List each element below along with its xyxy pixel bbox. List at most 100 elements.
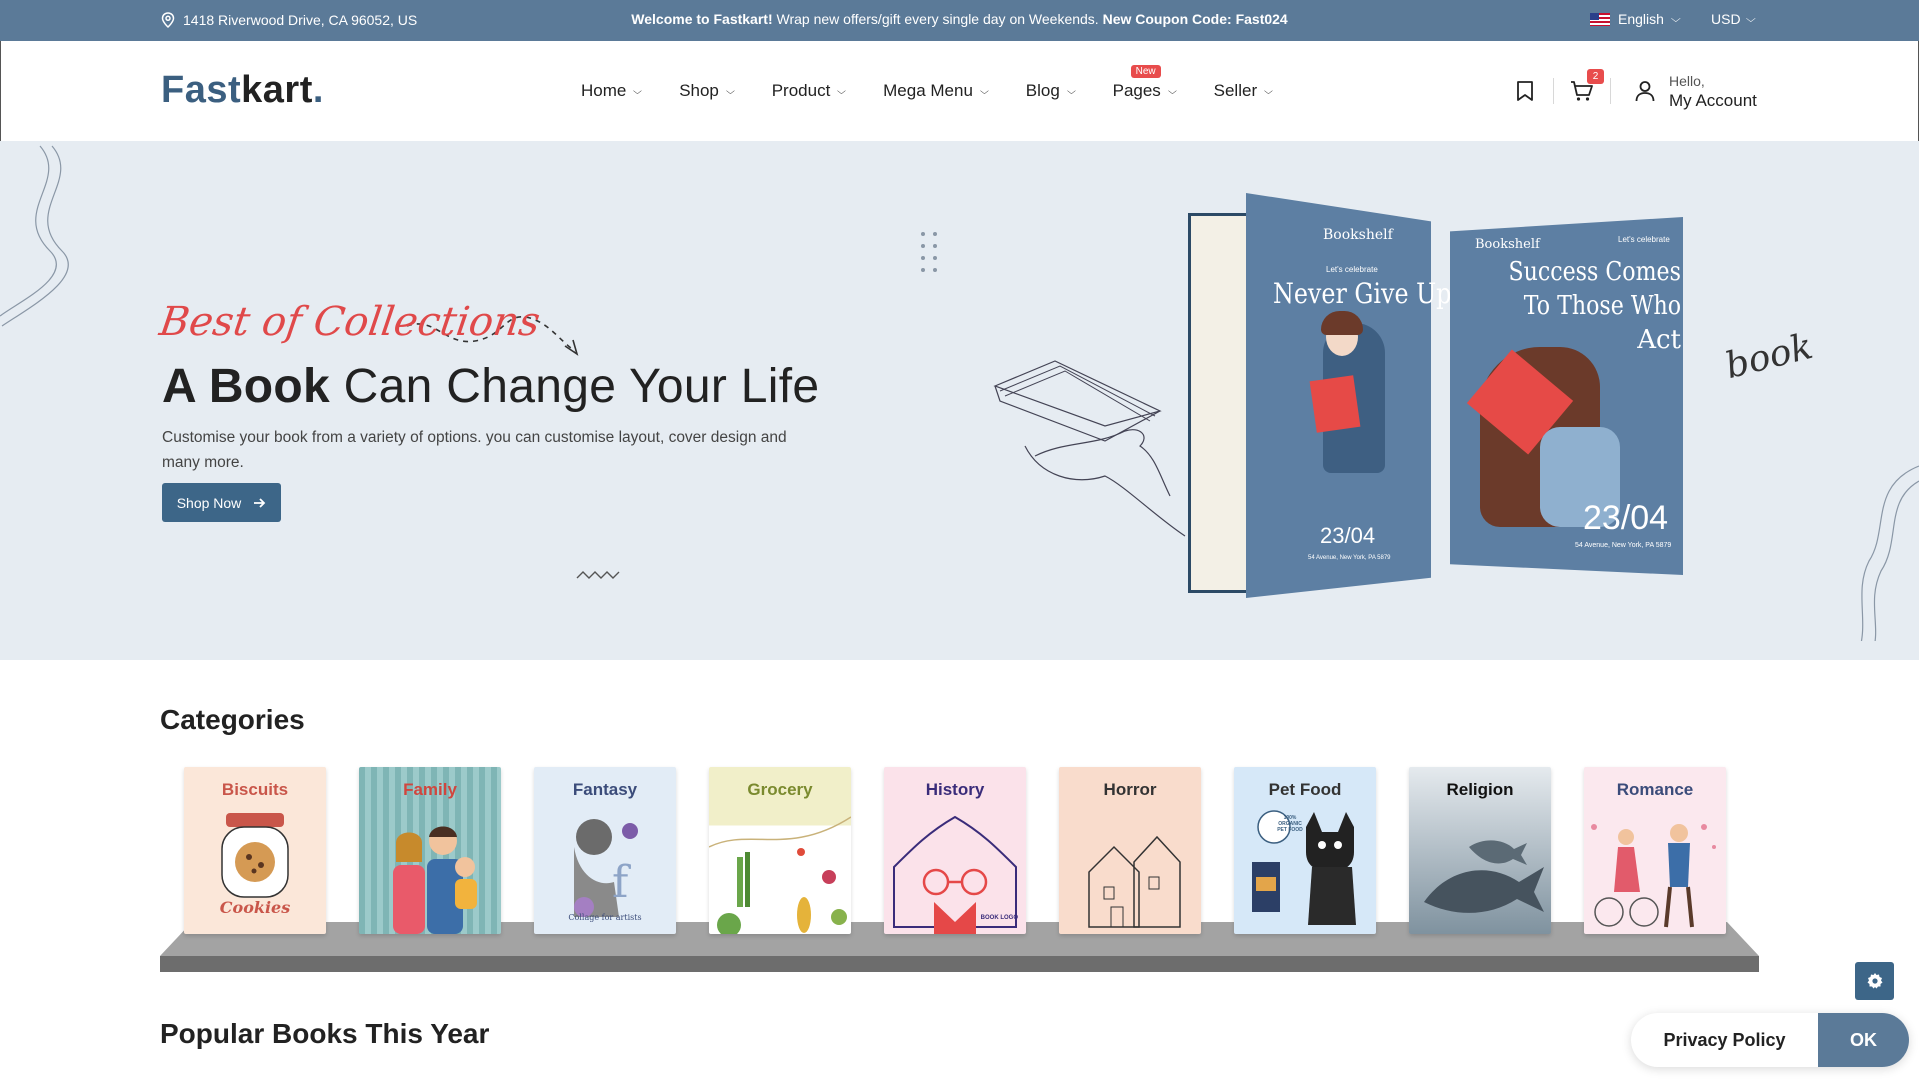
logo-part2: kart bbox=[241, 69, 313, 111]
settings-button[interactable] bbox=[1855, 962, 1894, 1000]
category-grocery[interactable]: Grocery bbox=[709, 767, 851, 934]
book2-date: 23/04 bbox=[1583, 499, 1669, 537]
cookie-ok-button[interactable]: OK bbox=[1818, 1013, 1909, 1067]
site-header: Fastkart. Home ⌵ Shop ⌵ Product ⌵ Mega Menu… bbox=[0, 41, 1919, 141]
bookmark-icon bbox=[1517, 81, 1533, 101]
fantasy-art-text: Collage for artists bbox=[568, 913, 642, 922]
hero-title: A Book Can Change Your Life bbox=[162, 359, 819, 414]
book2-title-1: Success Comes bbox=[1508, 257, 1681, 287]
new-badge: New bbox=[1130, 65, 1161, 78]
main-nav: Home ⌵ Shop ⌵ Product ⌵ Mega Menu ⌵ Blog ⌵ Ne… bbox=[581, 65, 1273, 101]
user-icon bbox=[1635, 81, 1655, 102]
category-label: Fantasy bbox=[572, 780, 638, 799]
hero-description: Customise your book from a variety of op… bbox=[162, 429, 787, 471]
shop-now-label: Shop Now bbox=[176, 494, 242, 511]
book2-address: 54 Avenue, New York, PA 5879 bbox=[1575, 542, 1672, 549]
divider bbox=[1553, 78, 1554, 104]
currency-selector[interactable]: USD ⌵ bbox=[1711, 11, 1756, 27]
chevron-down-icon: ⌵ bbox=[633, 85, 643, 96]
promo-welcome: Welcome to Fastkart! bbox=[631, 11, 773, 27]
account-greeting: Hello, bbox=[1669, 73, 1705, 89]
category-label: Grocery bbox=[747, 780, 813, 799]
pet-food-art-text: 100% ORGANIC PET FOOD bbox=[1277, 815, 1303, 833]
nav-label: Home bbox=[581, 81, 627, 100]
hero-book-success: Bookshelf Let's celebrate Success Comes … bbox=[1450, 217, 1685, 575]
category-history[interactable]: History BOOK LOGO bbox=[884, 767, 1026, 934]
popular-books-title: Popular Books This Year bbox=[160, 1018, 490, 1049]
dog-illustration bbox=[1252, 810, 1356, 925]
category-family[interactable]: Family bbox=[359, 767, 501, 934]
decorative-waves-left bbox=[0, 145, 69, 327]
category-label: Romance bbox=[1616, 780, 1694, 799]
book1-brand: Bookshelf bbox=[1323, 227, 1393, 243]
category-label: History bbox=[925, 780, 985, 799]
nav-seller[interactable]: Seller ⌵ bbox=[1213, 81, 1273, 101]
book2-tag: Let's celebrate bbox=[1618, 235, 1670, 244]
category-fantasy[interactable]: Fantasy f Collage for artists bbox=[534, 767, 676, 934]
language-label: English bbox=[1618, 11, 1664, 27]
category-romance[interactable]: Romance bbox=[1584, 767, 1726, 934]
category-label: Pet Food bbox=[1268, 780, 1342, 799]
nav-blog[interactable]: Blog ⌵ bbox=[1025, 81, 1076, 101]
language-selector[interactable]: English ⌵ bbox=[1590, 11, 1681, 27]
hero-banner: Best of Collections A Book Can Change Yo… bbox=[0, 141, 1919, 660]
divider bbox=[1610, 78, 1611, 104]
decorative-waves-right bbox=[1860, 465, 1919, 641]
category-label: Family bbox=[403, 780, 457, 799]
header-icons: 2 bbox=[1511, 69, 1625, 105]
haunted-house-illustration bbox=[1088, 835, 1181, 928]
chevron-down-icon: ⌵ bbox=[1167, 85, 1177, 96]
nav-shop[interactable]: Shop ⌵ bbox=[679, 81, 735, 101]
currency-label: USD bbox=[1711, 11, 1741, 27]
whale-illustration bbox=[1424, 840, 1544, 913]
cart-count-badge: 2 bbox=[1587, 69, 1604, 84]
cookie-consent-bar: Privacy Policy OK bbox=[1631, 1013, 1909, 1067]
side-book-word: book bbox=[1721, 325, 1817, 388]
decorative-dots bbox=[921, 232, 937, 272]
category-biscuits[interactable]: Biscuits Cookies bbox=[184, 767, 326, 934]
logo[interactable]: Fastkart. bbox=[161, 69, 324, 112]
nav-mega-menu[interactable]: Mega Menu ⌵ bbox=[883, 81, 989, 101]
nav-pages[interactable]: New Pages ⌵ bbox=[1112, 65, 1177, 101]
cart-button[interactable]: 2 bbox=[1568, 69, 1604, 105]
logo-part1: Fast bbox=[161, 69, 242, 111]
history-art-text: BOOK LOGO bbox=[980, 915, 1018, 921]
privacy-policy-link[interactable]: Privacy Policy bbox=[1631, 1013, 1818, 1067]
hero-book-never-give-up: Bookshelf Let's celebrate Never Give Up … bbox=[1188, 193, 1451, 598]
hero-title-rest: Can Change Your Life bbox=[343, 360, 820, 413]
nav-label: Seller bbox=[1213, 81, 1258, 100]
flag-icon bbox=[1590, 12, 1610, 26]
category-label: Religion bbox=[1446, 780, 1514, 799]
account-label: My Account bbox=[1669, 91, 1757, 110]
decorative-squiggle bbox=[576, 571, 620, 579]
hero-script-title: Best of Collections bbox=[156, 299, 543, 345]
nav-product[interactable]: Product ⌵ bbox=[771, 81, 847, 101]
chevron-down-icon: ⌵ bbox=[1670, 13, 1681, 25]
category-horror[interactable]: Horror bbox=[1059, 767, 1201, 934]
promo-text: Wrap new offers/gift every single day on… bbox=[776, 11, 1099, 27]
nav-label: Pages bbox=[1112, 81, 1161, 100]
couple-illustration bbox=[1591, 824, 1716, 928]
account-menu[interactable]: Hello, My Account bbox=[1635, 71, 1757, 111]
nav-label: Shop bbox=[679, 81, 719, 100]
category-pet-food[interactable]: Pet Food 100% ORGANIC PET FOOD bbox=[1234, 767, 1376, 934]
family-illustration bbox=[393, 826, 477, 934]
arrow-right-icon bbox=[254, 497, 266, 508]
book1-date: 23/04 bbox=[1320, 523, 1376, 548]
shelf-front bbox=[160, 956, 1759, 972]
category-religion[interactable]: Religion bbox=[1409, 767, 1551, 934]
category-label: Biscuits bbox=[221, 780, 289, 799]
nav-label: Product bbox=[771, 81, 831, 100]
chevron-down-icon: ⌵ bbox=[979, 85, 989, 96]
gear-icon bbox=[1867, 973, 1882, 989]
wishlist-button[interactable] bbox=[1511, 77, 1539, 105]
chevron-down-icon: ⌵ bbox=[1066, 85, 1076, 96]
nav-label: Blog bbox=[1025, 81, 1060, 100]
logo-dot: . bbox=[312, 69, 324, 111]
chevron-down-icon: ⌵ bbox=[837, 85, 847, 96]
nav-home[interactable]: Home ⌵ bbox=[581, 81, 643, 101]
chevron-down-icon: ⌵ bbox=[1745, 13, 1756, 25]
category-label: Horror bbox=[1103, 780, 1157, 799]
hand-book-illustration bbox=[993, 360, 1186, 537]
shop-now-button[interactable]: Shop Now bbox=[162, 483, 281, 522]
